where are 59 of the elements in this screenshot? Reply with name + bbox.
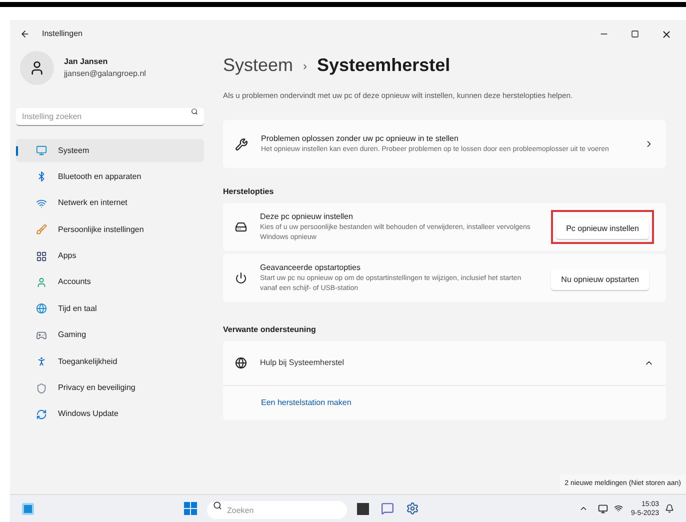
settings-icon[interactable] <box>406 502 419 515</box>
section-heading: Herstelopties <box>223 186 275 198</box>
search-icon <box>191 108 198 115</box>
accessibility-icon <box>36 356 47 368</box>
maximize-icon[interactable] <box>631 30 639 38</box>
recovery-drive-link[interactable]: Een herstelstation maken <box>261 397 352 410</box>
option-title: Deze pc opnieuw instellen <box>260 210 354 223</box>
app-icon[interactable] <box>356 502 369 514</box>
sidebar-item[interactable]: Tijd en taal <box>16 297 204 320</box>
wrench-icon <box>235 138 248 151</box>
sidebar-item[interactable]: Toegankelijkheid <box>16 350 204 374</box>
sidebar-item[interactable]: Accounts <box>16 270 204 294</box>
taskbar-search-field[interactable]: Zoeken <box>206 501 347 519</box>
globe-icon <box>235 357 247 370</box>
sidebar-item[interactable]: Gaming <box>16 324 204 347</box>
chat-icon[interactable] <box>380 502 394 515</box>
bluetooth-icon <box>36 171 47 182</box>
gamepad-icon <box>36 330 47 341</box>
card-title: Problemen oplossen zonder uw pc opnieuw in te stellen <box>261 133 460 146</box>
option-button[interactable]: Nu opnieuw opstarten <box>551 270 649 290</box>
selection-indicator <box>16 146 18 156</box>
close-icon[interactable] <box>661 28 672 40</box>
update-icon <box>36 408 47 420</box>
widgets-icon[interactable] <box>22 502 34 514</box>
sidebar-item[interactable]: Systeem <box>16 139 204 162</box>
sidebar-item[interactable]: Privacy en beveiliging <box>16 376 204 400</box>
back-icon[interactable] <box>20 29 30 39</box>
sidebar-item[interactable]: Bluetooth en apparaten <box>16 165 204 188</box>
wifi-icon[interactable] <box>614 504 623 513</box>
shield-icon <box>36 382 47 394</box>
page-title: Systeemherstel <box>317 54 450 77</box>
sidebar-item[interactable]: Windows Update <box>16 402 204 426</box>
help-header[interactable]: Hulp bij Systeemherstel <box>223 341 666 386</box>
breadcrumb-separator: › <box>303 58 308 74</box>
start-icon[interactable] <box>184 502 197 515</box>
user-icon <box>36 276 47 288</box>
chevron-up-icon[interactable] <box>578 504 588 513</box>
reset-icon <box>235 221 247 234</box>
restart-icon <box>235 272 247 284</box>
brush-icon <box>36 224 47 236</box>
globe-icon <box>36 303 47 314</box>
search-icon <box>212 501 222 510</box>
apps-icon <box>36 250 47 262</box>
monitor-icon[interactable] <box>598 504 608 514</box>
window-title: Instellingen <box>42 28 82 40</box>
option-button[interactable]: Pc opnieuw instellen <box>556 219 649 240</box>
search-field[interactable]: Instelling zoeken <box>16 108 204 126</box>
user-email: jjansen@galangroep.nl <box>64 68 146 80</box>
option-title: Geavanceerde opstartopties <box>260 262 362 274</box>
sidebar-item[interactable]: Apps <box>16 244 204 268</box>
wifi-icon <box>36 198 47 209</box>
sidebar-item[interactable]: Persoonlijke instellingen <box>16 218 204 242</box>
section-heading: Verwante ondersteuning <box>223 324 317 336</box>
sidebar-item[interactable]: Netwerk en internet <box>16 192 204 215</box>
bell-icon[interactable] <box>665 504 674 513</box>
monitor-icon <box>36 145 47 156</box>
user-name: Jan Jansen <box>64 56 109 68</box>
user-icon <box>29 60 45 76</box>
breadcrumb-parent[interactable]: Systeem <box>223 52 294 79</box>
